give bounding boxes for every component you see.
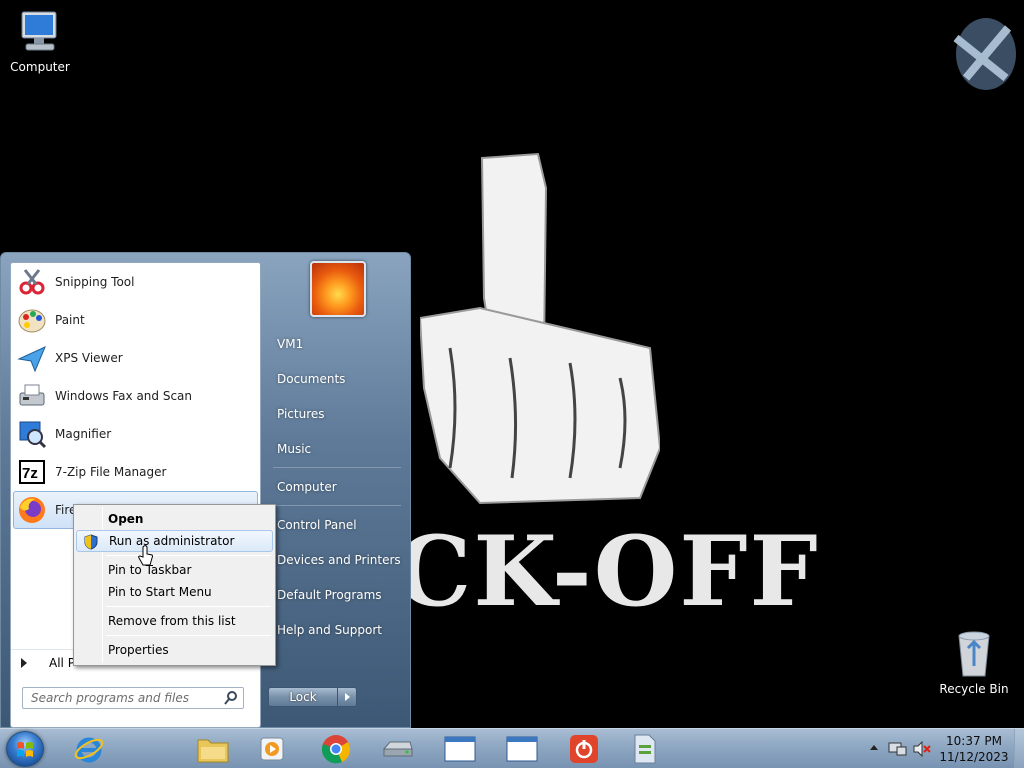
- fax-scan-icon: [15, 379, 49, 413]
- search-icon: [224, 691, 237, 705]
- context-item-pin-taskbar[interactable]: Pin to Taskbar: [76, 559, 273, 581]
- program-item-fax-scan[interactable]: Windows Fax and Scan: [11, 377, 260, 415]
- recycle-bin-icon: [958, 631, 990, 677]
- program-item-xps-viewer[interactable]: XPS Viewer: [11, 339, 260, 377]
- wallpaper-text: CK-OFF: [395, 515, 820, 628]
- start-link-pictures[interactable]: Pictures: [263, 400, 411, 428]
- context-item-run-as-admin[interactable]: Run as administrator: [76, 530, 273, 552]
- mouse-pointer-icon: [138, 545, 153, 566]
- chrome-icon: [321, 735, 351, 764]
- arrow-right-icon: [344, 693, 350, 701]
- taskbar-clock[interactable]: 10:37 PM 11/12/2023: [936, 733, 1012, 765]
- taskbar-chrome[interactable]: [309, 731, 363, 767]
- wallpaper-logo-icon: [953, 18, 1016, 90]
- divider: [273, 505, 401, 506]
- taskbar-file-explorer[interactable]: [186, 731, 240, 767]
- xps-viewer-icon: [15, 341, 49, 375]
- user-picture[interactable]: [310, 261, 366, 317]
- taskbar: 10:37 PM 11/12/2023: [0, 728, 1024, 768]
- taskbar-power-app[interactable]: [557, 731, 611, 767]
- context-menu: Open Run as administrator Pin to Taskbar…: [73, 504, 276, 666]
- taskbar-document-app[interactable]: [618, 731, 672, 767]
- desktop-icon-computer[interactable]: Computer: [0, 8, 80, 74]
- context-separator: [106, 555, 271, 556]
- start-menu-places-pane: VM1 Documents Pictures Music Computer Co…: [263, 253, 411, 727]
- program-label: XPS Viewer: [55, 351, 123, 365]
- show-desktop-button[interactable]: [1014, 729, 1024, 768]
- start-link-help-support[interactable]: Help and Support: [263, 616, 411, 644]
- firefox-icon: [15, 493, 49, 527]
- computer-icon: [21, 11, 57, 51]
- start-link-documents[interactable]: Documents: [263, 365, 411, 393]
- volume-muted-icon[interactable]: [912, 741, 932, 757]
- taskbar-window-2[interactable]: [495, 731, 549, 767]
- taskbar-internet-explorer[interactable]: [62, 731, 116, 767]
- magnifier-icon: [15, 417, 49, 451]
- program-label: Paint: [55, 313, 85, 327]
- start-button[interactable]: [6, 731, 44, 767]
- context-separator: [106, 635, 271, 636]
- arrow-right-icon: [21, 657, 27, 668]
- program-label: Snipping Tool: [55, 275, 135, 289]
- program-label: Windows Fax and Scan: [55, 389, 193, 403]
- start-link-user[interactable]: VM1: [263, 330, 411, 358]
- clock-date: 11/12/2023: [939, 750, 1009, 764]
- desktop-icon-label: Computer: [10, 60, 70, 74]
- program-list: Snipping Tool Paint XPS Viewer Windows F…: [11, 263, 260, 529]
- start-link-devices-printers[interactable]: Devices and Printers: [263, 546, 411, 574]
- media-player-icon: [260, 737, 284, 761]
- desktop-icon-label: Recycle Bin: [939, 682, 1009, 696]
- taskbar-window-1[interactable]: [433, 731, 487, 767]
- divider: [273, 467, 401, 468]
- internet-explorer-icon: [74, 737, 104, 763]
- context-separator: [106, 606, 271, 607]
- network-icon[interactable]: [888, 741, 908, 757]
- power-icon: [570, 735, 598, 763]
- wallpaper-hand-graphic: [420, 152, 660, 505]
- start-link-music[interactable]: Music: [263, 435, 411, 463]
- search-input[interactable]: Search programs and files: [22, 687, 244, 709]
- uac-shield-icon: [84, 534, 98, 550]
- taskbar-media-player[interactable]: [246, 731, 300, 767]
- windows-logo-icon: [17, 742, 33, 757]
- desktop-icon-recycle-bin[interactable]: Recycle Bin: [934, 630, 1014, 696]
- program-item-7zip[interactable]: 7z 7-Zip File Manager: [11, 453, 260, 491]
- program-label: 7-Zip File Manager: [55, 465, 167, 479]
- search-placeholder: Search programs and files: [31, 691, 189, 705]
- show-hidden-icons-button[interactable]: [870, 745, 878, 750]
- taskbar-drive[interactable]: [371, 731, 425, 767]
- context-item-properties[interactable]: Properties: [76, 639, 273, 661]
- window-icon: [444, 736, 476, 762]
- all-programs-label: All P: [49, 655, 75, 670]
- document-icon: [634, 734, 656, 764]
- program-item-snipping-tool[interactable]: Snipping Tool: [11, 263, 260, 301]
- context-item-pin-start-menu[interactable]: Pin to Start Menu: [76, 581, 273, 603]
- shutdown-options-button[interactable]: [338, 687, 357, 707]
- snipping-tool-icon: [15, 265, 49, 299]
- clock-time: 10:37 PM: [946, 734, 1002, 748]
- start-link-default-programs[interactable]: Default Programs: [263, 581, 411, 609]
- 7zip-icon: 7z: [15, 455, 49, 489]
- context-item-label: Run as administrator: [109, 534, 235, 548]
- context-item-remove[interactable]: Remove from this list: [76, 610, 273, 632]
- start-link-computer[interactable]: Computer: [263, 473, 411, 501]
- program-label: Magnifier: [55, 427, 112, 441]
- program-item-paint[interactable]: Paint: [11, 301, 260, 339]
- file-explorer-icon: [197, 739, 229, 763]
- lock-button[interactable]: Lock: [268, 687, 338, 707]
- window-icon: [506, 736, 538, 762]
- program-item-magnifier[interactable]: Magnifier: [11, 415, 260, 453]
- paint-icon: [15, 303, 49, 337]
- start-link-control-panel[interactable]: Control Panel: [263, 511, 411, 539]
- drive-icon: [382, 741, 413, 757]
- context-item-open[interactable]: Open: [76, 508, 273, 530]
- svg-text:7z: 7z: [22, 465, 38, 482]
